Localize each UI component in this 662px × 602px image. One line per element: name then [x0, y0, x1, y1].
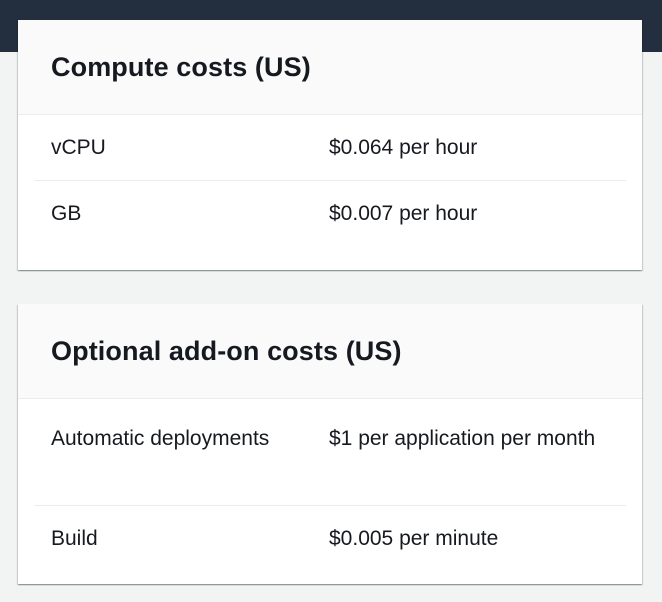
cost-value: $0.007 per hour: [329, 202, 478, 225]
compute-costs-card: Compute costs (US) vCPU $0.064 per hour …: [18, 20, 642, 270]
addon-costs-table: Automatic deployments $1 per application…: [18, 399, 642, 572]
cost-label: Automatic deployments: [51, 427, 270, 450]
addon-cost-row-build: Build $0.005 per minute: [34, 506, 626, 572]
addon-costs-card: Optional add-on costs (US) Automatic dep…: [18, 304, 642, 584]
addon-costs-title: Optional add-on costs (US): [51, 335, 402, 366]
cost-label: Build: [51, 527, 98, 550]
compute-cost-row-gb: GB $0.007 per hour: [34, 181, 626, 247]
addon-cost-row-automatic-deployments: Automatic deployments $1 per application…: [34, 399, 626, 506]
cost-value: $0.064 per hour: [329, 135, 478, 159]
cost-value: $1 per application per month: [329, 427, 596, 450]
cost-value: $0.005 per minute: [329, 527, 499, 550]
compute-costs-header: Compute costs (US): [18, 20, 642, 115]
compute-cost-row-vcpu: vCPU $0.064 per hour: [34, 115, 626, 181]
cost-label: GB: [51, 202, 82, 225]
addon-costs-header: Optional add-on costs (US): [18, 304, 642, 399]
compute-costs-title: Compute costs (US): [51, 51, 311, 82]
compute-costs-table: vCPU $0.064 per hour GB $0.007 per hour: [18, 115, 642, 247]
cost-label: vCPU: [51, 135, 106, 159]
